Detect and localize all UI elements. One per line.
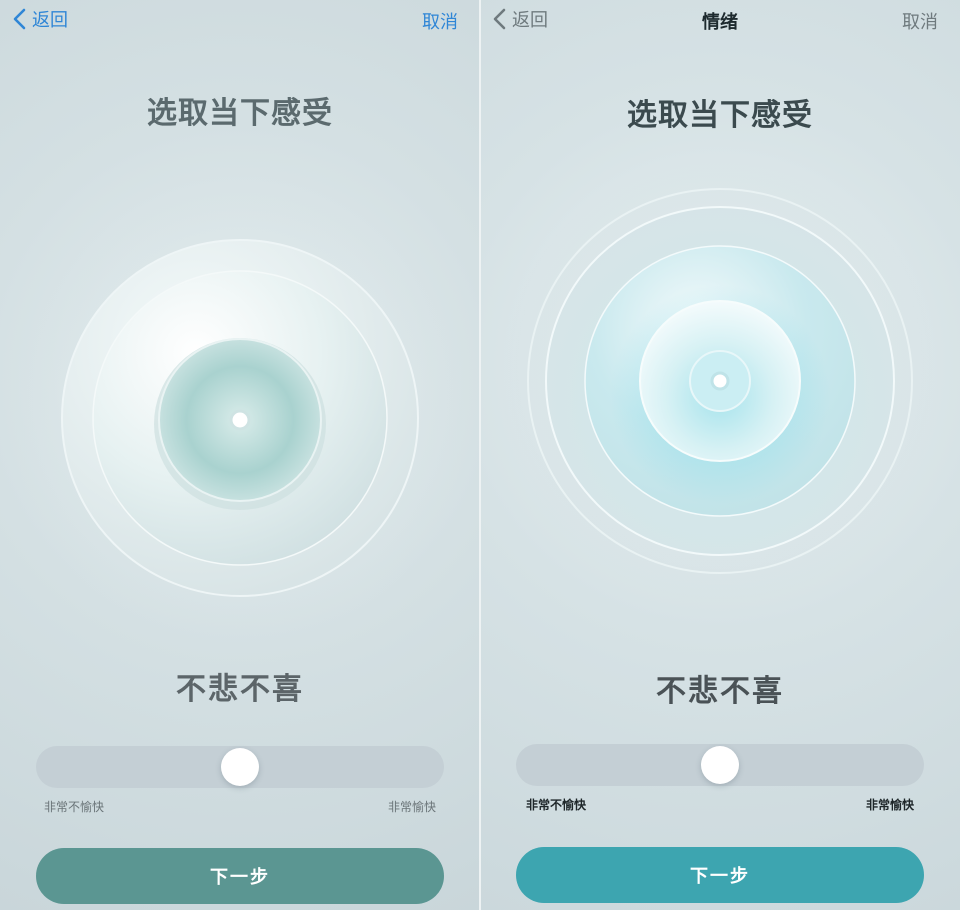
mood-slider-track[interactable]: [36, 746, 444, 788]
slider-max-label: 非常愉快: [865, 798, 914, 812]
chevron-left-icon: [13, 8, 26, 30]
slider-max-label: 非常愉快: [387, 800, 436, 814]
cancel-button[interactable]: 取消: [902, 8, 938, 34]
mood-label: 不悲不喜: [176, 672, 304, 707]
page-title: 选取当下感受: [147, 96, 333, 131]
mood-screen-right: 返回 情绪 取消 选取当下感受 不悲不喜 非常不愉快 非常愉快 下一步: [480, 0, 960, 910]
cancel-button[interactable]: 取消: [422, 8, 458, 34]
dial-center-dot: [229, 409, 251, 431]
slider-min-label: 非常不愉快: [44, 800, 105, 814]
back-button[interactable]: 返回: [12, 6, 68, 32]
slider-min-label: 非常不愉快: [526, 798, 587, 812]
nav-bar: 返回 情绪 取消: [480, 0, 960, 40]
mood-label: 不悲不喜: [656, 674, 784, 709]
screen-divider: [479, 0, 481, 910]
nav-bar: 返回 取消: [0, 0, 480, 40]
mood-screen-left: 返回 取消 选取当下感受 不悲不喜 非常不愉快 非常愉快 下一步: [0, 0, 480, 910]
mood-slider-thumb[interactable]: [221, 748, 259, 786]
page-title: 选取当下感受: [627, 98, 813, 133]
next-button[interactable]: 下一步: [516, 847, 924, 903]
nav-title: 情绪: [702, 12, 738, 33]
mood-slider-thumb[interactable]: [701, 746, 739, 784]
mood-slider-track[interactable]: [516, 744, 924, 786]
next-button[interactable]: 下一步: [36, 848, 444, 904]
dial-center-dot: [710, 371, 730, 391]
app-root: 返回 取消 选取当下感受 不悲不喜 非常不愉快 非常愉快 下一步 返回 情绪 取…: [0, 0, 960, 910]
back-label: 返回: [32, 10, 68, 31]
